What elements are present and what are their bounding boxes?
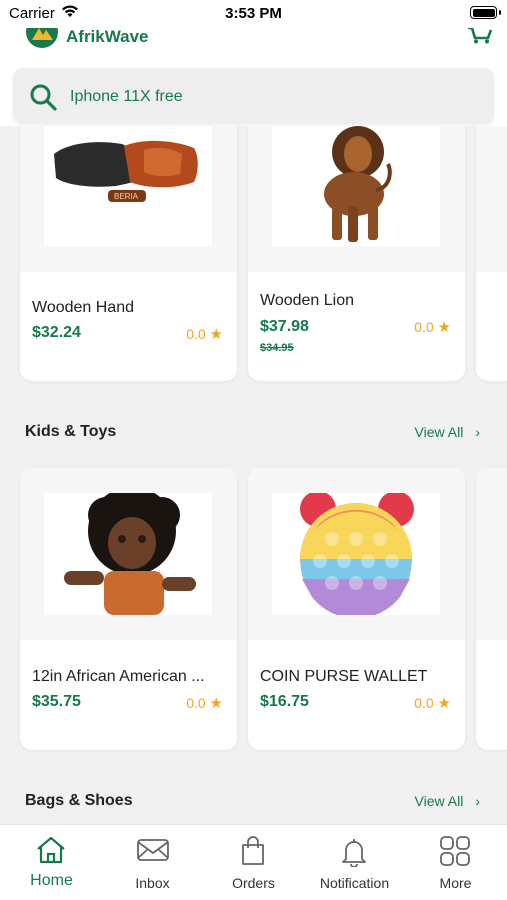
view-all-label: View All <box>414 793 464 809</box>
view-all-bags-shoes[interactable]: View All › <box>415 793 480 809</box>
nav-more[interactable]: More <box>405 825 506 900</box>
nav-orders[interactable]: Orders <box>203 825 304 900</box>
star-icon: ★ <box>437 695 451 712</box>
nav-label: Notification <box>319 875 390 891</box>
view-all-kids-toys[interactable]: View All › <box>415 424 480 440</box>
view-all-label: View All <box>414 424 464 440</box>
product-image-coin-purse <box>272 493 440 615</box>
nav-inbox[interactable]: Inbox <box>102 825 203 900</box>
star-icon: ★ <box>209 695 223 712</box>
product-price: $16.75 <box>260 693 309 710</box>
product-card[interactable]: COIN PURSE WALLET $16.75 0.0 ★ <box>248 468 465 750</box>
product-name: COIN PURSE WALLET <box>260 668 428 685</box>
search-bar[interactable]: Iphone 11X free <box>13 68 494 124</box>
product-image-wooden-hand: BERIA <box>44 124 212 246</box>
search-icon <box>30 84 57 111</box>
nav-label: Orders <box>232 875 275 891</box>
product-name: Wooden Hand <box>32 299 134 316</box>
section-title-bags-shoes: Bags & Shoes <box>25 792 133 809</box>
product-rating: 0.0 ★ <box>186 694 223 712</box>
chevron-right-icon: › <box>475 424 480 440</box>
status-bar: Carrier 3:53 PM <box>0 0 507 28</box>
svg-text:BERIA: BERIA <box>114 192 139 201</box>
product-image-wooden-lion <box>272 124 440 246</box>
nav-label: Home <box>30 872 73 889</box>
product-card-partial[interactable] <box>476 96 507 381</box>
battery-icon <box>470 6 497 19</box>
grid-icon <box>440 836 470 866</box>
bell-icon <box>342 839 366 867</box>
product-card[interactable]: 12in African American ... $35.75 0.0 ★ <box>20 468 237 750</box>
product-price: $37.98 <box>260 318 309 335</box>
product-old-price: $34.95 <box>260 342 294 354</box>
product-name: 12in African American ... <box>32 668 205 685</box>
product-card[interactable]: BERIA Wooden Hand $32.24 0.0 ★ <box>20 96 237 381</box>
bottom-nav: Home Inbox Orders Notification More <box>0 824 507 900</box>
nav-label: More <box>439 875 472 891</box>
rating-value: 0.0 <box>186 695 206 711</box>
section-title-kids-toys: Kids & Toys <box>25 423 117 440</box>
product-price: $35.75 <box>32 693 81 710</box>
rating-value: 0.0 <box>414 695 434 711</box>
product-rating: 0.0 ★ <box>414 694 451 712</box>
product-rating: 0.0 ★ <box>186 325 223 343</box>
rating-value: 0.0 <box>186 326 206 342</box>
nav-home[interactable]: Home <box>1 825 102 900</box>
status-time: 3:53 PM <box>225 5 282 22</box>
chevron-right-icon: › <box>475 793 480 809</box>
star-icon: ★ <box>209 326 223 343</box>
star-icon: ★ <box>437 319 451 336</box>
search-input[interactable]: Iphone 11X free <box>70 88 183 106</box>
app-name: AfrikWave <box>66 28 149 42</box>
product-image-doll <box>44 493 212 615</box>
app-header: AfrikWave Iphone 11X free <box>0 22 507 126</box>
product-card-partial[interactable] <box>476 468 507 750</box>
rating-value: 0.0 <box>414 319 434 335</box>
home-icon <box>37 836 65 864</box>
nav-notification[interactable]: Notification <box>304 825 405 900</box>
product-card[interactable]: Wooden Lion $37.98 $34.95 0.0 ★ <box>248 96 465 381</box>
nav-label: Inbox <box>135 875 170 891</box>
mail-icon <box>137 839 169 861</box>
product-rating: 0.0 ★ <box>414 318 451 336</box>
product-price: $32.24 <box>32 324 81 341</box>
product-name: Wooden Lion <box>260 292 354 309</box>
shopping-bag-icon <box>242 836 264 865</box>
